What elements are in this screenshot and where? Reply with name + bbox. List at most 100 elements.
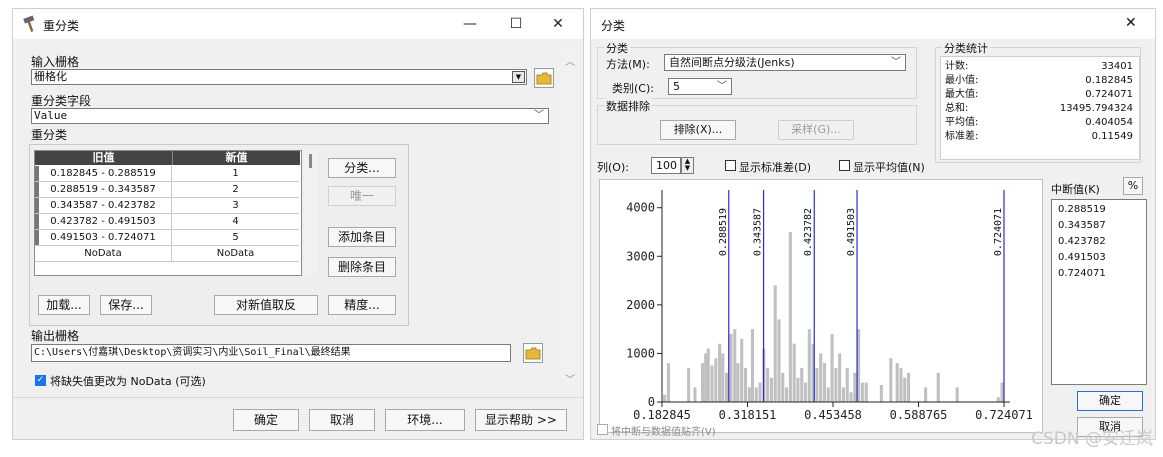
break-value-item[interactable]: 0.491503 xyxy=(1058,252,1106,264)
break-value-item[interactable]: 0.343587 xyxy=(1058,220,1106,232)
x-tick-label: 0.588765 xyxy=(890,408,948,422)
stats-box: 计数: 33401 最小值: 0.182845 最大值: 0.724071 总和: 13… xyxy=(940,56,1140,160)
classes-combo[interactable]: 5 ﹀ xyxy=(668,78,732,95)
break-value-item[interactable]: 0.288519 xyxy=(1058,204,1106,216)
histogram-bar xyxy=(895,363,899,402)
scroll-thumb[interactable] xyxy=(309,154,312,168)
sampling-button[interactable]: 采样(G)... xyxy=(778,120,854,140)
close-button[interactable]: ✕ xyxy=(1125,15,1137,31)
old-value-cell[interactable]: 0.288519 - 0.343587 xyxy=(35,182,172,197)
histogram-bar xyxy=(889,358,893,402)
browse-output-button[interactable] xyxy=(523,343,543,363)
columns-input[interactable]: 100 xyxy=(651,157,681,174)
old-value-cell[interactable]: 0.343587 - 0.423782 xyxy=(35,198,172,213)
reclass-field-combo[interactable]: Value ﹀ xyxy=(31,108,549,124)
histogram-bar xyxy=(743,368,748,402)
reverse-new-values-button[interactable]: 对新值取反 xyxy=(214,295,318,315)
histogram-bar xyxy=(822,363,827,402)
histogram-chart[interactable]: 0 1000 2000 3000 4000 0.182845 0.318151 0.45345… xyxy=(600,180,1042,432)
new-value-cell[interactable]: NoData xyxy=(172,246,299,261)
break-value-item[interactable]: 0.724071 xyxy=(1058,268,1106,280)
stat-row: 平均值: 0.404054 xyxy=(945,117,1133,128)
cancel-button[interactable]: 取消 xyxy=(309,409,375,431)
scroll-up-icon[interactable]: ︿ xyxy=(565,53,575,68)
x-tick-label: 0.182845 xyxy=(633,408,691,422)
chevron-down-icon[interactable]: ﹀ xyxy=(717,79,727,94)
environments-button[interactable]: 环境... xyxy=(385,409,465,431)
maximize-button[interactable]: ☐ xyxy=(493,9,539,39)
show-mean-checkbox[interactable] xyxy=(839,160,850,171)
table-row[interactable]: 0.288519 - 0.343587 2 xyxy=(35,182,299,198)
exclusion-button[interactable]: 排除(X)... xyxy=(660,120,736,140)
minimize-button[interactable]: — xyxy=(447,9,493,39)
close-button[interactable]: ✕ xyxy=(535,9,581,39)
old-value-cell[interactable]: 0.491503 - 0.724071 xyxy=(35,230,172,245)
y-tick-label: 2000 xyxy=(626,298,655,312)
show-help-button[interactable]: 显示帮助 >> xyxy=(475,409,567,431)
ok-button[interactable]: 确定 xyxy=(1077,391,1143,411)
histogram-bar xyxy=(803,382,808,402)
break-value-item[interactable]: 0.423782 xyxy=(1058,236,1106,248)
data-exclusion-group: 数据排除 排除(X)... 采样(G)... xyxy=(597,98,917,145)
csdn-watermark: CSDN @安迁岚 xyxy=(1031,429,1153,449)
table-row[interactable]: 0.491503 - 0.724071 5 xyxy=(35,230,299,246)
stat-row: 最小值: 0.182845 xyxy=(945,75,1133,86)
add-entry-button[interactable]: 添加条目 xyxy=(328,227,396,247)
dropdown-arrow-icon[interactable]: ▼ xyxy=(512,71,525,83)
input-raster-combo[interactable]: 栅格化 ▼ xyxy=(31,69,527,85)
table-row[interactable]: NoData NoData xyxy=(35,246,299,262)
percent-button[interactable]: % xyxy=(1123,177,1143,195)
y-tick-label: 3000 xyxy=(626,249,655,263)
reclass-table[interactable]: 旧值 新值 0.182845 - 0.288519 1 0.288519 - 0… xyxy=(34,150,302,276)
load-button[interactable]: 加载... xyxy=(38,295,90,315)
old-value-header: 旧值 xyxy=(35,151,172,165)
show-mean-label: 显示平均值(N) xyxy=(853,161,925,174)
dialog-scrollbar[interactable]: ︿ ﹀ xyxy=(561,49,579,389)
method-combo[interactable]: 自然间断点分级法(Jenks) ﹀ xyxy=(664,54,906,71)
histogram-bar xyxy=(740,338,744,402)
histogram-bar xyxy=(796,377,800,402)
table-scrollbar[interactable] xyxy=(304,150,318,274)
new-value-cell[interactable]: 4 xyxy=(172,214,299,229)
histogram-bar xyxy=(687,368,691,402)
new-value-cell[interactable]: 3 xyxy=(172,198,299,213)
chevron-down-icon[interactable]: ﹀ xyxy=(534,109,544,123)
table-row[interactable]: 0.343587 - 0.423782 3 xyxy=(35,198,299,214)
save-button[interactable]: 保存... xyxy=(100,295,152,315)
old-value-cell[interactable]: 0.182845 - 0.288519 xyxy=(35,166,172,181)
snap-checkbox[interactable] xyxy=(597,424,608,435)
title-bar: 分类 ✕ xyxy=(591,9,1155,39)
show-std-checkbox[interactable] xyxy=(725,160,736,171)
breaks-list[interactable]: 0.288519 0.343587 0.423782 0.491503 0.72… xyxy=(1051,199,1147,385)
histogram-panel[interactable]: 0 1000 2000 3000 4000 0.182845 0.318151 0.45345… xyxy=(599,179,1043,433)
table-row[interactable]: 0.423782 - 0.491503 4 xyxy=(35,214,299,230)
break-label: 0.288519 xyxy=(718,208,729,256)
reclass-label: 重分类 xyxy=(31,128,68,142)
x-tick-label: 0.724071 xyxy=(975,408,1033,422)
breaks-label: 中断值(K) xyxy=(1051,183,1100,196)
output-raster-field[interactable]: C:\Users\付嘉琪\Desktop\资调实习\内业\Soil_Final\… xyxy=(31,344,511,362)
unique-button[interactable]: 唯一 xyxy=(328,186,396,206)
old-value-cell[interactable]: NoData xyxy=(35,246,172,261)
histogram-bar xyxy=(903,377,907,402)
new-value-cell[interactable]: 5 xyxy=(172,230,299,245)
nodata-checkbox[interactable]: ✓ xyxy=(35,375,46,386)
stats-group-title: 分类统计 xyxy=(942,40,990,56)
columns-spinner[interactable]: ▲ ▼ xyxy=(681,157,694,174)
old-value-cell[interactable]: 0.423782 - 0.491503 xyxy=(35,214,172,229)
scroll-down-icon[interactable]: ﹀ xyxy=(565,371,575,386)
classify-button[interactable]: 分类... xyxy=(328,158,396,178)
open-folder-button[interactable] xyxy=(534,68,554,88)
histogram-bar xyxy=(788,232,792,402)
chevron-down-icon[interactable]: ﹀ xyxy=(891,55,901,70)
new-value-cell[interactable]: 1 xyxy=(172,166,299,181)
ok-button[interactable]: 确定 xyxy=(233,409,299,431)
y-tick-label: 4000 xyxy=(626,201,655,215)
delete-entry-button[interactable]: 删除条目 xyxy=(328,257,396,277)
histogram-bar xyxy=(834,368,838,402)
precision-button[interactable]: 精度... xyxy=(328,295,396,315)
new-value-cell[interactable]: 2 xyxy=(172,182,299,197)
histogram-bar xyxy=(853,372,857,402)
break-label: 0.343587 xyxy=(753,208,764,256)
table-row[interactable]: 0.182845 - 0.288519 1 xyxy=(35,166,299,182)
